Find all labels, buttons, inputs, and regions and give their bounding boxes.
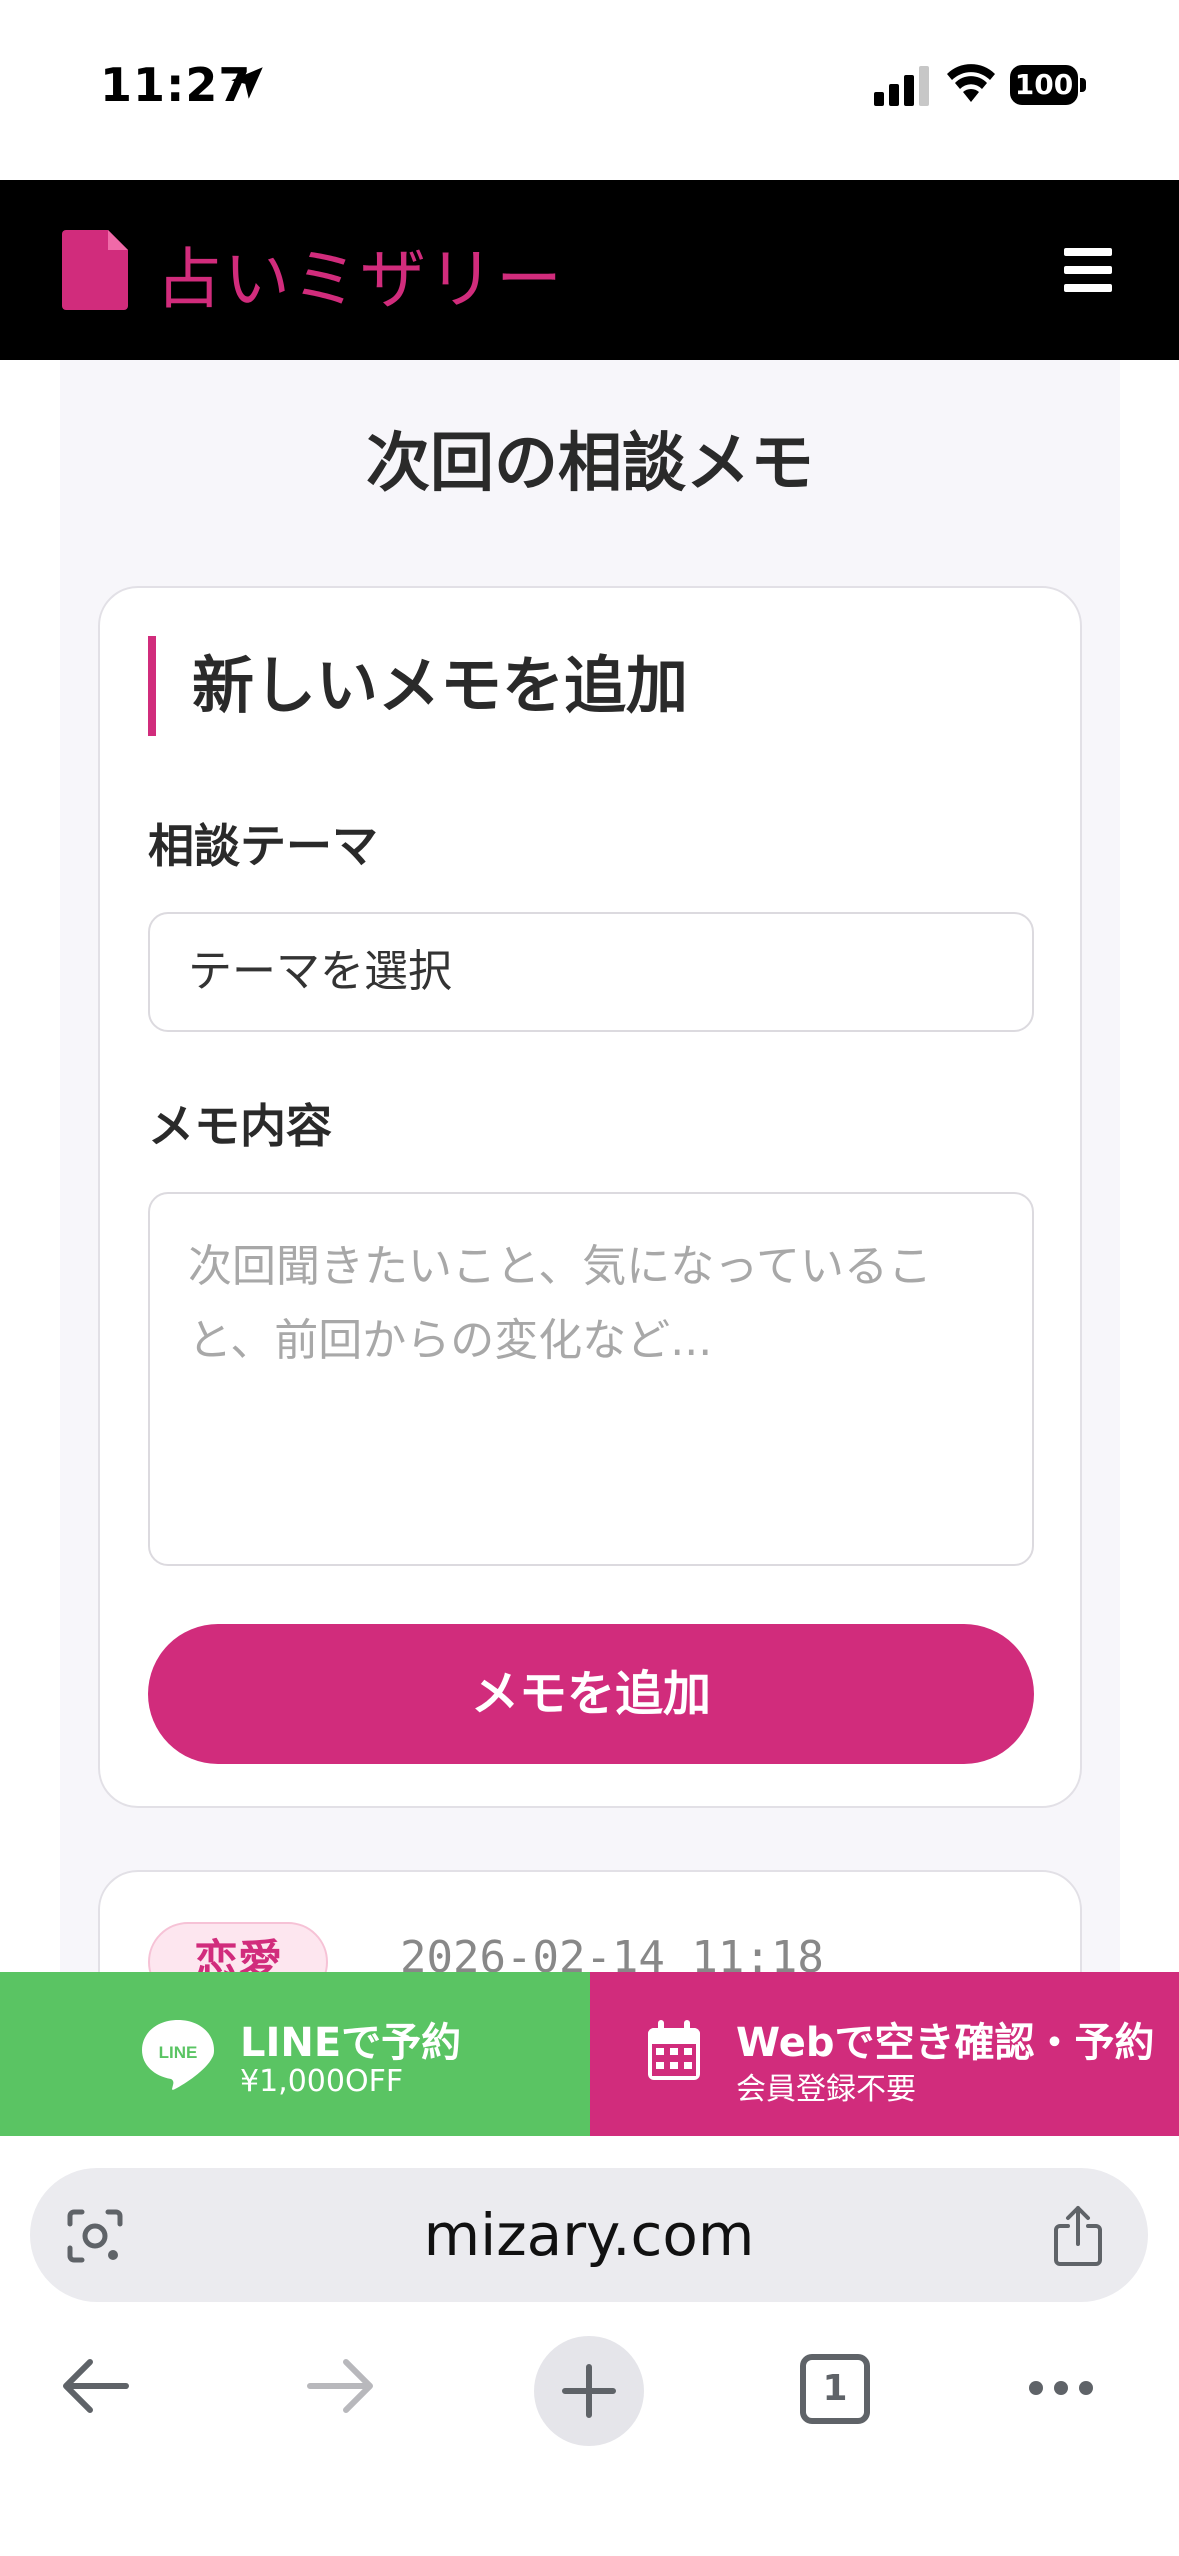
page-title: 次回の相談メモ [366,426,814,501]
wifi-icon [947,64,995,102]
more-options-icon[interactable] [1026,2376,1096,2400]
site-logo[interactable]: 占いミザリー [156,226,564,322]
new-memo-heading: 新しいメモを追加 [148,636,688,736]
back-arrow-icon[interactable] [60,2356,130,2416]
memo-textarea[interactable]: 次回聞きたいこと、気になっていること、前回からの変化など... [148,1192,1034,1566]
line-reserve-button[interactable]: LINE LINEで予約 ¥1,000OFF [0,1972,590,2136]
add-memo-button[interactable]: メモを追加 [148,1624,1034,1764]
status-bar: 11:27 100 [0,0,1179,180]
tab-switcher-button[interactable]: 1 [800,2354,870,2424]
line-chat-icon: LINE [142,2020,214,2090]
line-reserve-label: LINEで予約 [240,2020,462,2066]
memo-label: メモ内容 [148,1099,332,1153]
theme-label: 相談テーマ [148,819,378,873]
web-no-signup-text: 会員登録不要 [736,2072,916,2107]
site-header: 占いミザリー [0,180,1179,360]
cellular-signal-icon [874,66,929,106]
battery-icon: 100 [1010,65,1086,105]
web-reserve-label: Webで空き確認・予約 [736,2020,1155,2066]
location-arrow-icon [231,67,263,99]
url-text: mizary.com [423,2201,755,2269]
plus-icon [562,2364,616,2418]
page-content: 次回の相談メモ 新しいメモを追加 相談テーマ テーマを選択 メモ内容 次回聞きた… [60,360,1120,2070]
line-discount-text: ¥1,000OFF [240,2064,404,2099]
new-tab-button[interactable] [534,2336,644,2446]
web-reserve-button[interactable]: Webで空き確認・予約 会員登録不要 [590,1972,1179,2136]
new-memo-card: 新しいメモを追加 相談テーマ テーマを選択 メモ内容 次回聞きたいこと、気になっ… [98,586,1082,1808]
browser-toolbar: mizary.com 1 [0,2136,1179,2556]
address-bar[interactable]: mizary.com [30,2168,1148,2302]
logo-document-icon [62,230,128,310]
theme-select[interactable]: テーマを選択 [148,912,1034,1032]
battery-level: 100 [1010,65,1078,105]
line-icon-text: LINE [159,2043,198,2062]
hamburger-menu-icon[interactable] [1064,248,1112,292]
forward-arrow-icon[interactable] [306,2356,376,2416]
share-icon[interactable] [1050,2204,1106,2266]
calendar-icon [648,2020,700,2080]
cta-bar: LINE LINEで予約 ¥1,000OFF Webで空き確認・予約 会員登録不… [0,1972,1179,2136]
